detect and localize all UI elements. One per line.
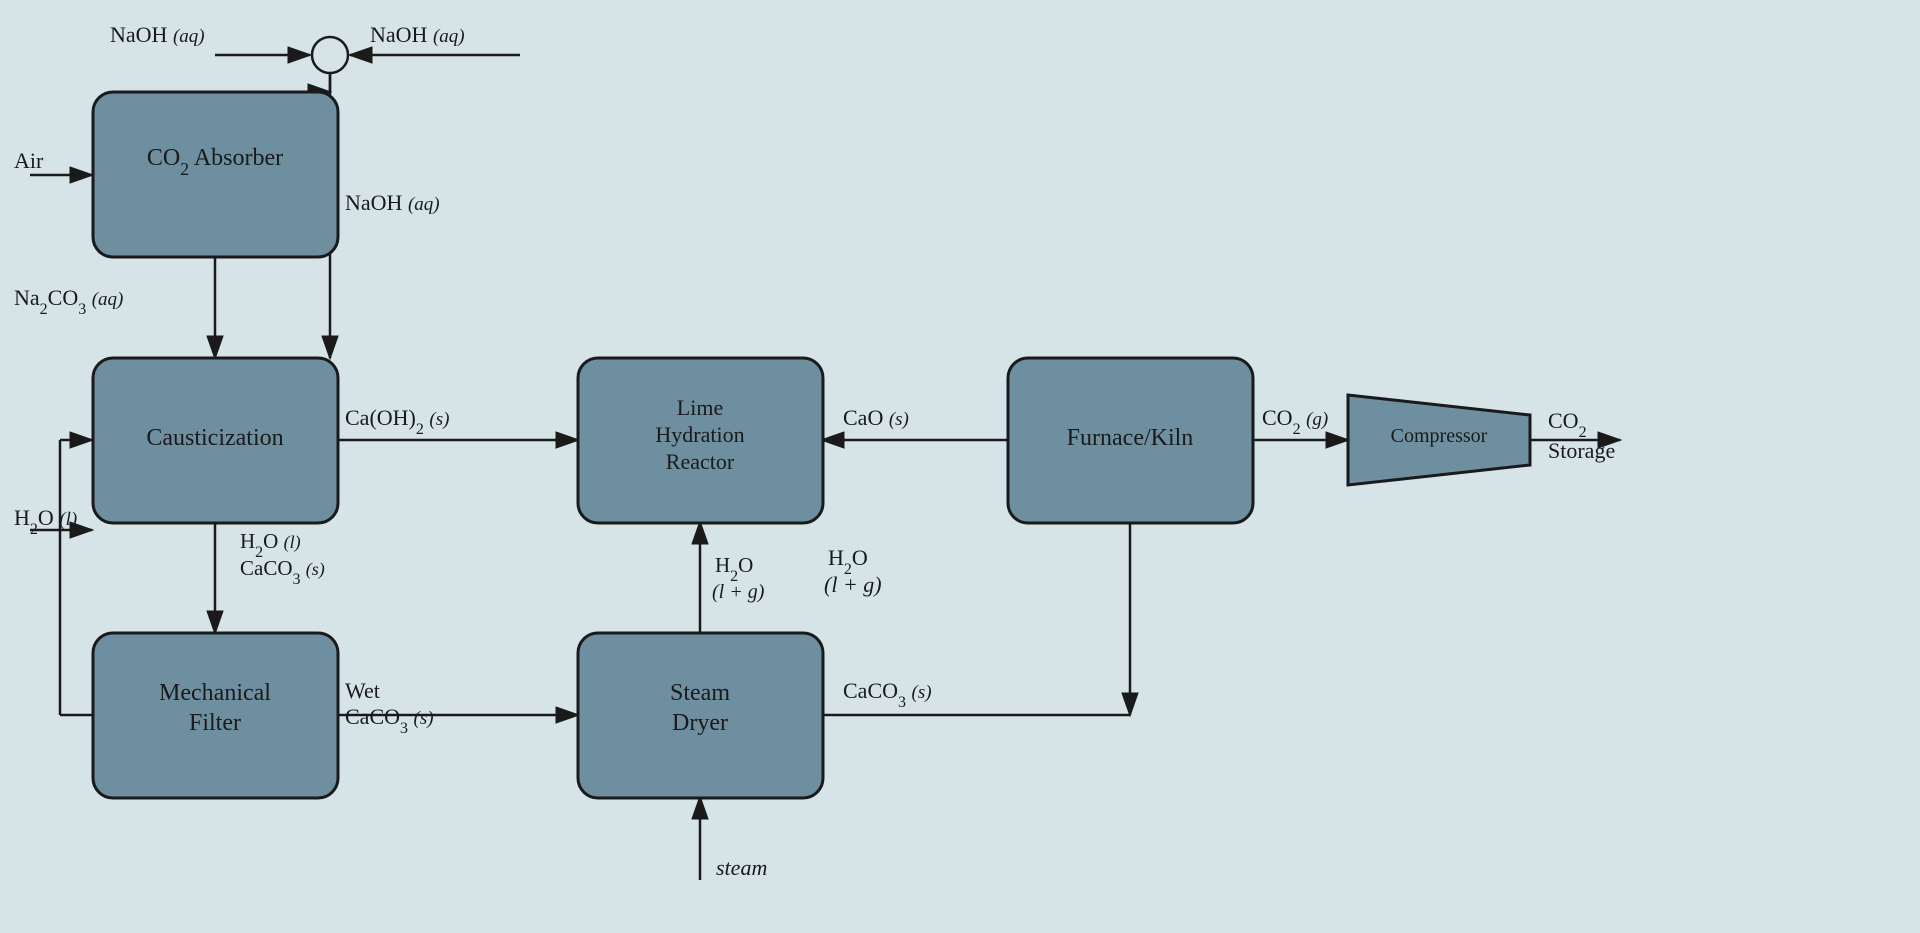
h2o-lg-correct2: (l + g) <box>712 581 765 603</box>
lime-hydration-label3: Reactor <box>666 449 735 474</box>
mechanical-filter-label2: Filter <box>189 710 241 736</box>
mechanical-filter-label: Mechanical <box>159 680 271 706</box>
lime-hydration-label1: Lime <box>677 395 723 420</box>
causticization-label: Causticization <box>146 425 283 451</box>
furnace-kiln-label: Furnace/Kiln <box>1067 425 1194 451</box>
steam-label: steam <box>716 855 767 880</box>
steam-dryer-label2: Dryer <box>672 710 728 736</box>
steam-dryer-label1: Steam <box>670 680 730 706</box>
compressor-label: Compressor <box>1391 425 1488 447</box>
co2-storage-label2: Storage <box>1548 438 1615 463</box>
co2-absorber-box <box>93 92 338 257</box>
cao-label: CaO (s) <box>843 405 909 430</box>
air-label: Air <box>14 148 44 173</box>
wet-caco3-label: Wet <box>345 678 380 703</box>
naoh-label-3: NaOH (aq) <box>345 190 440 215</box>
naoh-label-2: NaOH (aq) <box>370 22 465 47</box>
h2o-lg-label2: (l + g) <box>824 572 882 597</box>
lime-hydration-label2: Hydration <box>655 422 744 447</box>
naoh-label-1: NaOH (aq) <box>110 22 205 47</box>
diagram-container: CO2 Absorber Causticization Mechanical F… <box>0 0 1920 933</box>
